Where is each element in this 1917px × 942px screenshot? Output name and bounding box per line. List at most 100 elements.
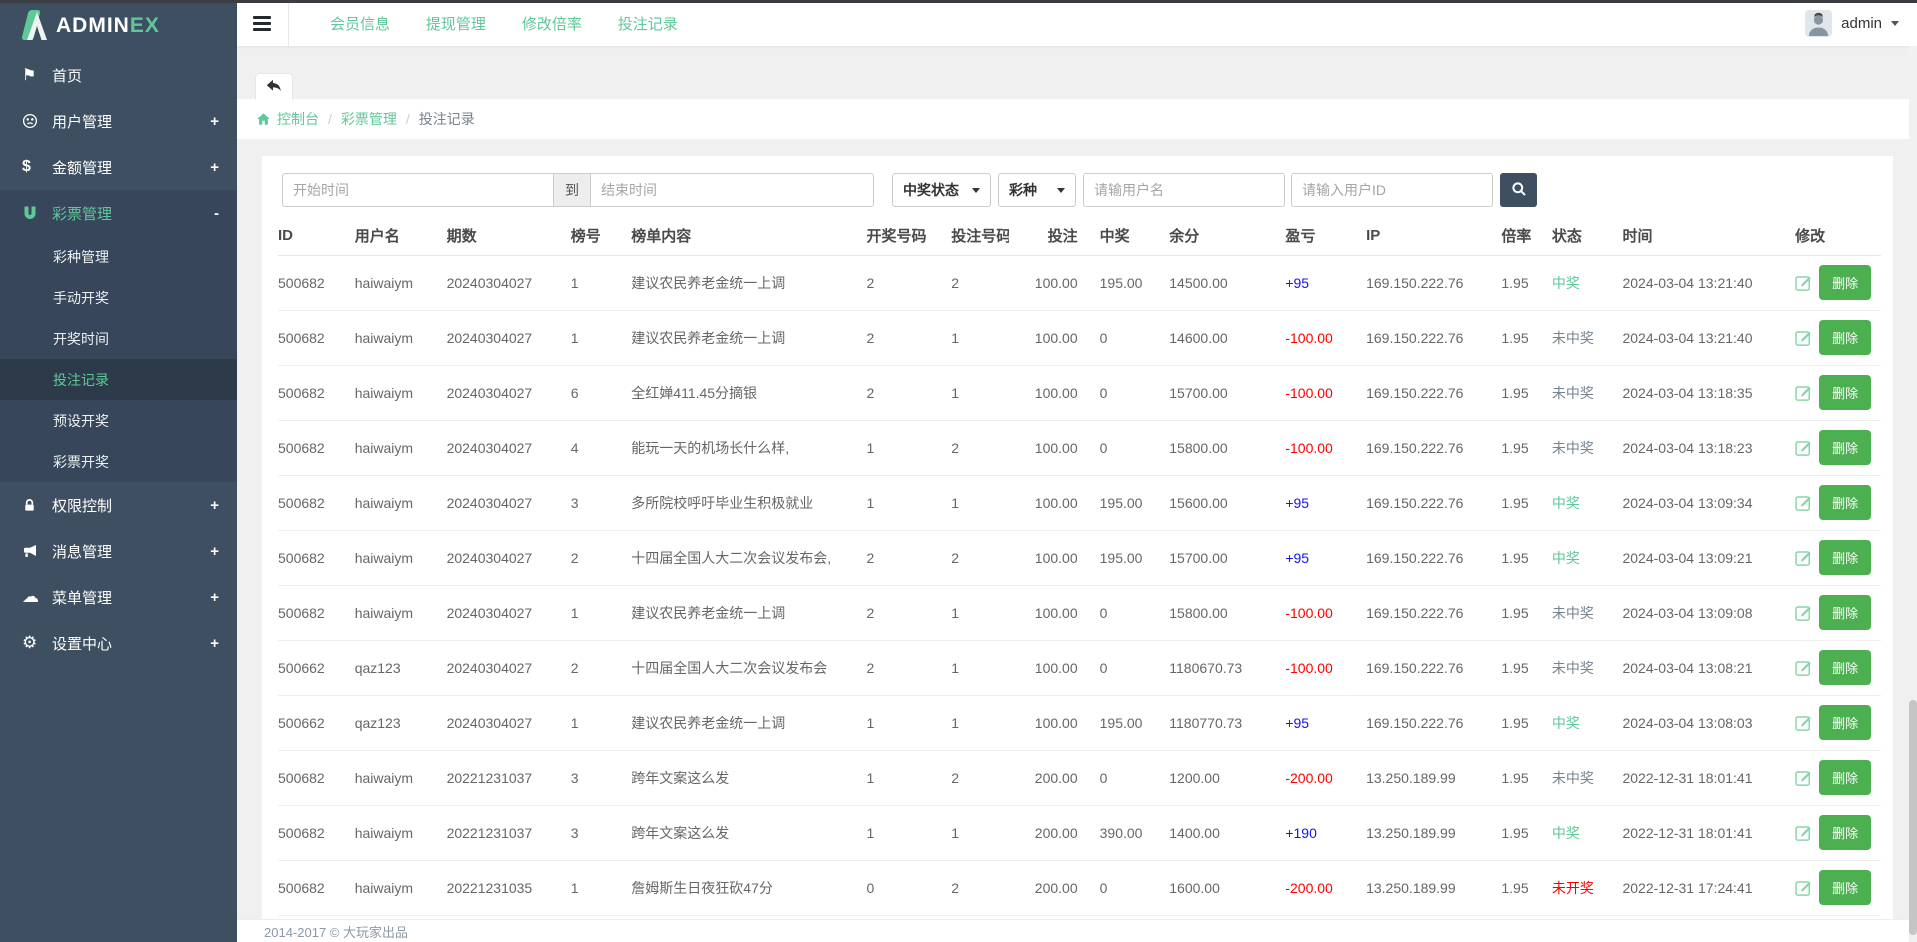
table-row: 500682haiwaiym202403040273多所院校呼吁毕业生积极就业1… <box>278 475 1881 530</box>
cell-榜单内容: 十四届全国人大二次会议发布会 <box>631 640 866 695</box>
cell-倍率: 1.95 <box>1501 310 1551 365</box>
start-time-input[interactable] <box>282 173 554 207</box>
cell-投注号码: 2 <box>951 255 1009 310</box>
cell-盈亏: +95 <box>1285 695 1366 750</box>
edit-icon[interactable] <box>1795 549 1812 566</box>
delete-button[interactable]: 删除 <box>1819 485 1871 520</box>
cell-投注: 100.00 <box>1009 420 1100 475</box>
sidebar-subitem-preset-draw[interactable]: 预设开奖 <box>0 400 237 441</box>
delete-button[interactable]: 删除 <box>1819 320 1871 355</box>
edit-icon[interactable] <box>1795 384 1812 401</box>
cell-中奖: 0 <box>1100 640 1170 695</box>
edit-icon[interactable] <box>1795 879 1812 896</box>
sidebar-subitem-lottery-draw[interactable]: 彩票开奖 <box>0 441 237 482</box>
expand-plus-icon[interactable]: + <box>210 543 219 560</box>
scrollbar-thumb[interactable] <box>1909 700 1917 935</box>
expand-plus-icon[interactable]: + <box>210 159 219 176</box>
sidebar-item-amount-management[interactable]: $ 金额管理 + <box>0 144 237 190</box>
expand-plus-icon[interactable]: + <box>210 497 219 514</box>
cell-ID: 500682 <box>278 750 355 805</box>
edit-icon[interactable] <box>1795 494 1812 511</box>
sidebar-subitem-lottery-type[interactable]: 彩种管理 <box>0 236 237 277</box>
row-actions-cell: 删除 <box>1795 420 1881 475</box>
edit-icon[interactable] <box>1795 274 1812 291</box>
lottery-type-select[interactable]: 彩种 <box>998 173 1076 207</box>
username-input[interactable] <box>1083 173 1285 207</box>
back-button[interactable] <box>255 73 293 100</box>
topnav-link-withdraw-management[interactable]: 提现管理 <box>426 16 486 33</box>
delete-button[interactable]: 删除 <box>1819 760 1871 795</box>
cell-状态: 未中奖 <box>1552 640 1623 695</box>
delete-button[interactable]: 删除 <box>1819 870 1871 905</box>
edit-icon[interactable] <box>1795 659 1812 676</box>
column-header-3: 榜号 <box>571 222 632 255</box>
edit-icon[interactable] <box>1795 714 1812 731</box>
end-time-input[interactable] <box>590 173 874 207</box>
cell-时间: 2022-12-31 18:01:41 <box>1622 750 1795 805</box>
user-menu[interactable]: admin <box>1805 10 1899 37</box>
cell-盈亏: +95 <box>1285 475 1366 530</box>
column-header-14: 时间 <box>1622 222 1795 255</box>
sidebar-item-home[interactable]: ⚑ 首页 <box>0 52 237 98</box>
cell-开奖号码: 1 <box>866 805 951 860</box>
collapse-minus-icon[interactable]: - <box>214 205 219 222</box>
topnav-link-member-info[interactable]: 会员信息 <box>330 16 390 33</box>
topnav: 会员信息 提现管理 修改倍率 投注记录 <box>289 13 678 34</box>
sidebar-item-lottery-management[interactable]: 彩票管理 - <box>0 190 237 236</box>
expand-plus-icon[interactable]: + <box>210 589 219 606</box>
sidebar-item-settings-center[interactable]: ⚙ 设置中心 + <box>0 620 237 666</box>
edit-icon[interactable] <box>1795 329 1812 346</box>
cell-中奖: 0 <box>1100 420 1170 475</box>
cell-榜单内容: 跨年文案这么发 <box>631 750 866 805</box>
win-status-select[interactable]: 中奖状态 <box>892 173 991 207</box>
delete-button[interactable]: 删除 <box>1819 815 1871 850</box>
cell-ID: 500682 <box>278 475 355 530</box>
cell-倍率: 1.95 <box>1501 640 1551 695</box>
delete-button[interactable]: 删除 <box>1819 595 1871 630</box>
edit-icon[interactable] <box>1795 824 1812 841</box>
delete-button[interactable]: 删除 <box>1819 650 1871 685</box>
edit-icon[interactable] <box>1795 604 1812 621</box>
edit-icon[interactable] <box>1795 439 1812 456</box>
cell-用户名: haiwaiym <box>355 420 447 475</box>
expand-plus-icon[interactable]: + <box>210 635 219 652</box>
search-button[interactable] <box>1500 173 1537 207</box>
cell-投注: 100.00 <box>1009 695 1100 750</box>
breadcrumb-separator: / <box>406 111 410 127</box>
scrollbar[interactable] <box>1909 46 1917 942</box>
hamburger-menu-button[interactable] <box>253 13 271 34</box>
delete-button[interactable]: 删除 <box>1819 430 1871 465</box>
breadcrumb-link-console[interactable]: 控制台 <box>277 109 319 129</box>
delete-button[interactable]: 删除 <box>1819 375 1871 410</box>
cell-开奖号码: 1 <box>866 750 951 805</box>
sidebar-item-menu-management[interactable]: ☁ 菜单管理 + <box>0 574 237 620</box>
cell-榜号: 3 <box>571 750 632 805</box>
cell-时间: 2024-03-04 13:21:40 <box>1622 255 1795 310</box>
cell-用户名: haiwaiym <box>355 255 447 310</box>
sidebar-item-message-management[interactable]: 消息管理 + <box>0 528 237 574</box>
delete-button[interactable]: 删除 <box>1819 265 1871 300</box>
gear-icon: ⚙ <box>22 633 52 653</box>
sidebar-subitem-manual-draw[interactable]: 手动开奖 <box>0 277 237 318</box>
cell-时间: 2022-12-31 18:01:41 <box>1622 805 1795 860</box>
sidebar-item-user-management[interactable]: 用户管理 + <box>0 98 237 144</box>
column-header-2: 期数 <box>447 222 571 255</box>
userid-input[interactable] <box>1291 173 1493 207</box>
logo[interactable]: ADMINEX <box>0 0 237 52</box>
sidebar-subitem-bet-records[interactable]: 投注记录 <box>0 359 237 400</box>
sidebar-subitem-draw-time[interactable]: 开奖时间 <box>0 318 237 359</box>
sidebar-item-permission-control[interactable]: 权限控制 + <box>0 482 237 528</box>
app: ADMINEX ⚑ 首页 用户管理 + $ 金额管理 + <box>0 0 1917 942</box>
cell-ID: 500682 <box>278 585 355 640</box>
breadcrumb-link-lottery-management[interactable]: 彩票管理 <box>341 109 397 129</box>
column-header-7: 投注 <box>1009 222 1100 255</box>
topnav-link-modify-rate[interactable]: 修改倍率 <box>522 16 582 33</box>
footer: 2014-2017 © 大玩家出品 <box>237 919 1917 942</box>
delete-button[interactable]: 删除 <box>1819 705 1871 740</box>
cell-IP: 169.150.222.76 <box>1366 310 1501 365</box>
expand-plus-icon[interactable]: + <box>210 113 219 130</box>
topnav-link-bet-records[interactable]: 投注记录 <box>618 16 678 33</box>
table-row: 500682haiwaiym202403040271建议农民养老金统一上调221… <box>278 255 1881 310</box>
delete-button[interactable]: 删除 <box>1819 540 1871 575</box>
edit-icon[interactable] <box>1795 769 1812 786</box>
